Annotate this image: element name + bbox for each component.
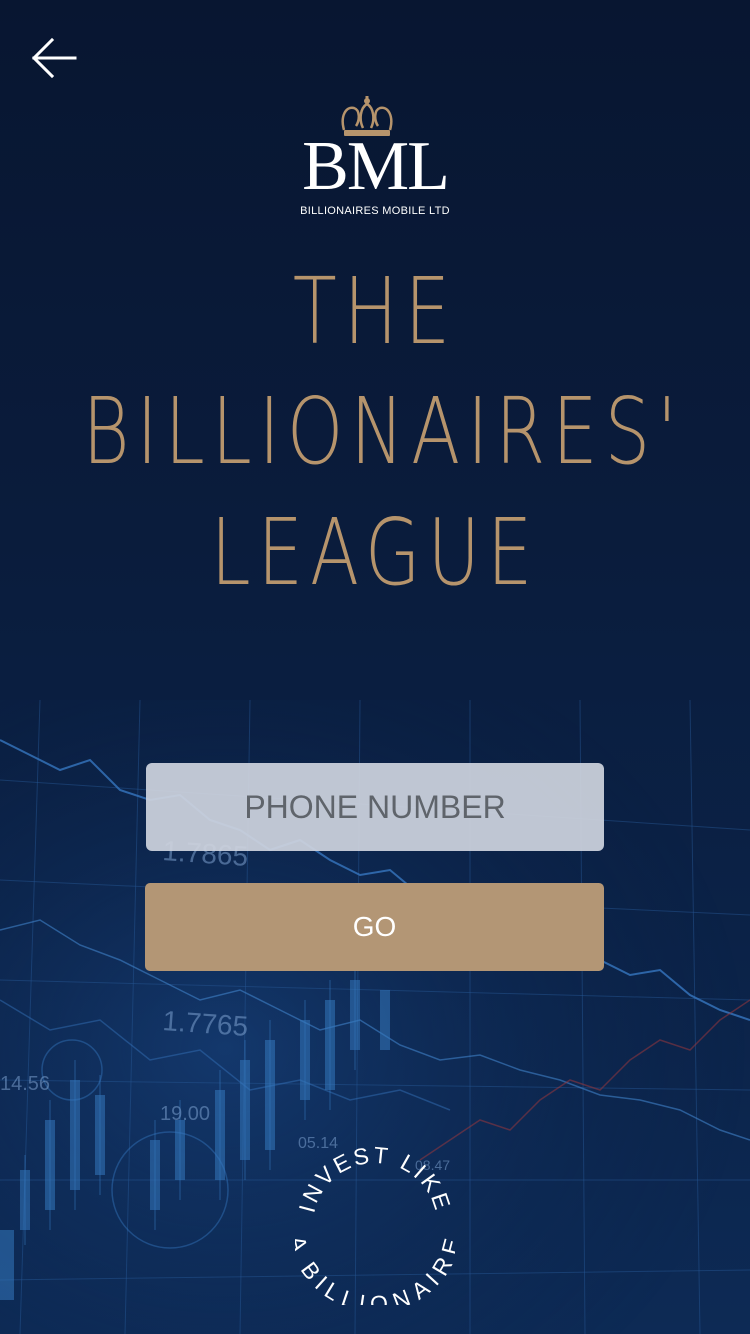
- svg-text:A BILLIONAIRE: A BILLIONAIRE: [295, 1233, 455, 1305]
- hero-title-line-1: THE: [292, 258, 458, 365]
- tagline-badge: INVEST LIKE A BILLIONAIRE: [295, 1145, 455, 1305]
- hero-title-line-3: LEAGUE: [210, 499, 540, 606]
- go-button[interactable]: GO: [145, 883, 604, 971]
- chart-label: 1.7765: [162, 1005, 250, 1042]
- login-screen: 1.7865 1.7765 14.56 19.00 05.14 08.47 BM…: [0, 0, 750, 1334]
- tagline-bottom-text: A BILLIONAIRE: [295, 1233, 455, 1305]
- chart-label: 14.56: [0, 1073, 50, 1095]
- svg-text:INVEST LIKE: INVEST LIKE: [295, 1145, 455, 1215]
- arrow-left-icon: [31, 37, 77, 79]
- logo-company-name: BILLIONAIRES MOBILE LTD: [300, 205, 450, 217]
- tagline-top-text: INVEST LIKE: [295, 1145, 454, 1215]
- phone-number-input[interactable]: [146, 763, 604, 851]
- logo-monogram: BML: [302, 128, 450, 205]
- brand-logo: BML BILLIONAIRES MOBILE LTD: [275, 92, 475, 222]
- back-button[interactable]: [26, 34, 82, 82]
- hero-title-line-2: BILLIONAIRES': [82, 378, 684, 485]
- chart-label: 19.00: [160, 1103, 210, 1125]
